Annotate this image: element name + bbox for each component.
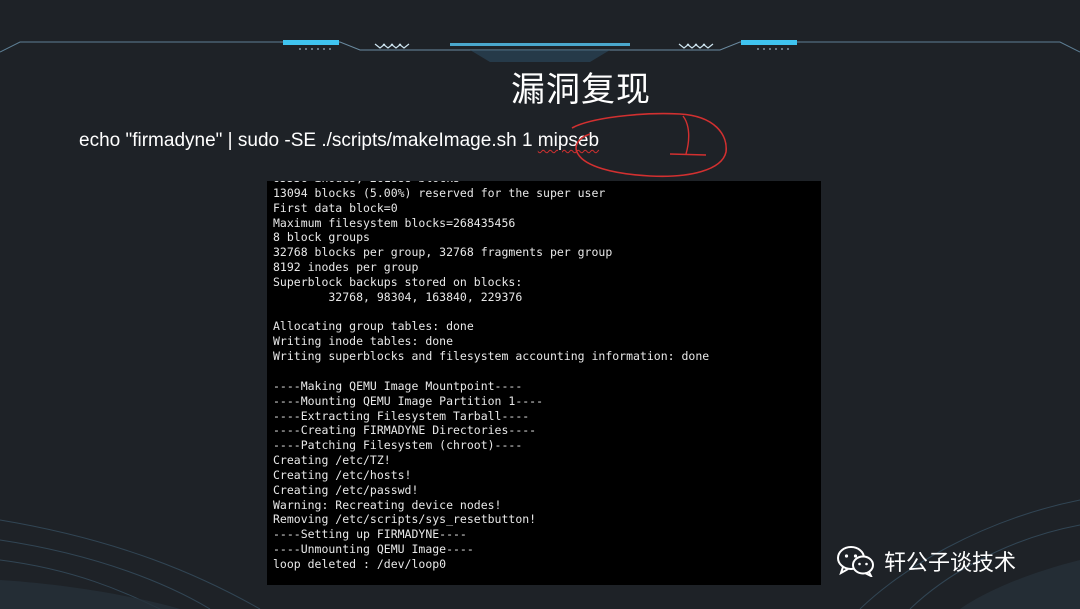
watermark-text: 轩公子谈技术 [884, 551, 1017, 576]
terminal-line: 32768, 98304, 163840, 229376 [273, 289, 523, 304]
terminal-line: loop deleted : /dev/loop0 [273, 556, 447, 571]
terminal-line: ----Creating FIRMADYNE Directories---- [273, 423, 537, 438]
watermark: 轩公子谈技术 [836, 544, 1016, 578]
terminal-line: Superblock backups stored on blocks: [273, 274, 523, 289]
terminal-line: ----Setting up FIRMADYNE---- [273, 527, 467, 542]
terminal-line: ----Making QEMU Image Mountpoint---- [273, 378, 523, 393]
terminal-line: 13094 blocks (5.00%) reserved for the su… [273, 185, 606, 200]
terminal-line: 8 block groups [273, 230, 370, 245]
terminal-line: ----Mounting QEMU Image Partition 1---- [273, 393, 544, 408]
terminal-line: ----Patching Filesystem (chroot)---- [273, 438, 523, 453]
terminal-line: Writing inode tables: done [273, 334, 454, 349]
terminal-line: ----Unmounting QEMU Image---- [273, 542, 474, 557]
terminal-lines: 65536 inodes, 261888 blocks13094 blocks … [267, 181, 709, 572]
terminal-line: Removing /etc/scripts/sys_resetbutton! [273, 512, 537, 527]
terminal-line: Creating /etc/TZ! [273, 453, 391, 468]
terminal-line: Maximum filesystem blocks=268435456 [273, 215, 516, 230]
terminal-line: Creating /etc/hosts! [273, 467, 412, 482]
terminal-line: Creating /etc/passwd! [273, 482, 419, 497]
terminal-line: First data block=0 [273, 200, 398, 215]
terminal-line: Writing superblocks and filesystem accou… [273, 349, 710, 364]
terminal-output: 65536 inodes, 261888 blocks13094 blocks … [267, 181, 821, 585]
terminal-line: 8192 inodes per group [273, 260, 419, 275]
terminal-line: Allocating group tables: done [273, 319, 474, 334]
slide: 漏洞复现 echo "firmadyne" | sudo -SE ./scrip… [0, 0, 1080, 609]
terminal-line: Warning: Recreating device nodes! [273, 497, 502, 512]
wechat-icon [837, 546, 874, 577]
terminal-line: ----Extracting Filesystem Tarball---- [273, 408, 530, 423]
terminal-line: 32768 blocks per group, 32768 fragments … [273, 245, 613, 260]
